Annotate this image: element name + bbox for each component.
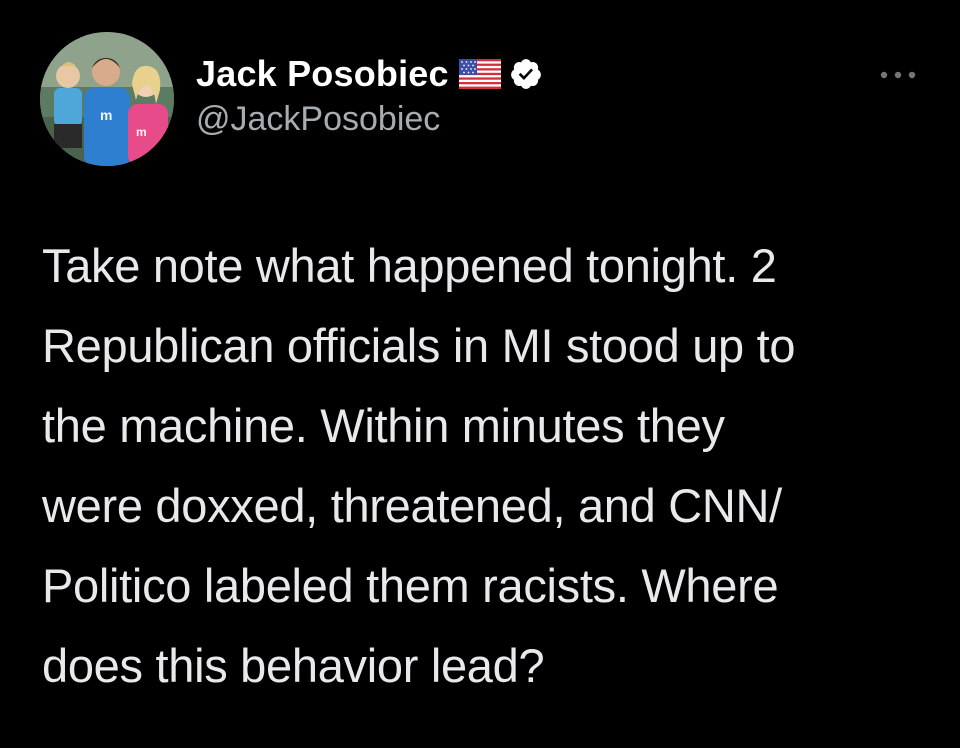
- author-block: Jack Posobiec @JackPosobiec: [196, 52, 543, 139]
- tweet-card: m m Jack Posobiec @JackPosobiec Take not…: [0, 0, 960, 748]
- avatar-photo-icon: m m: [40, 32, 174, 166]
- name-row: Jack Posobiec: [196, 52, 543, 96]
- svg-text:m: m: [136, 125, 147, 139]
- more-options-icon[interactable]: [878, 68, 918, 82]
- author-display-name[interactable]: Jack Posobiec: [196, 53, 449, 95]
- verified-badge-icon: [509, 57, 543, 91]
- author-handle[interactable]: @JackPosobiec: [196, 100, 543, 139]
- tweet-text: Take note what happened tonight. 2 Repub…: [42, 239, 796, 692]
- svg-text:m: m: [100, 107, 112, 123]
- profile-avatar[interactable]: m m: [40, 32, 174, 166]
- us-flag-icon: [458, 59, 501, 89]
